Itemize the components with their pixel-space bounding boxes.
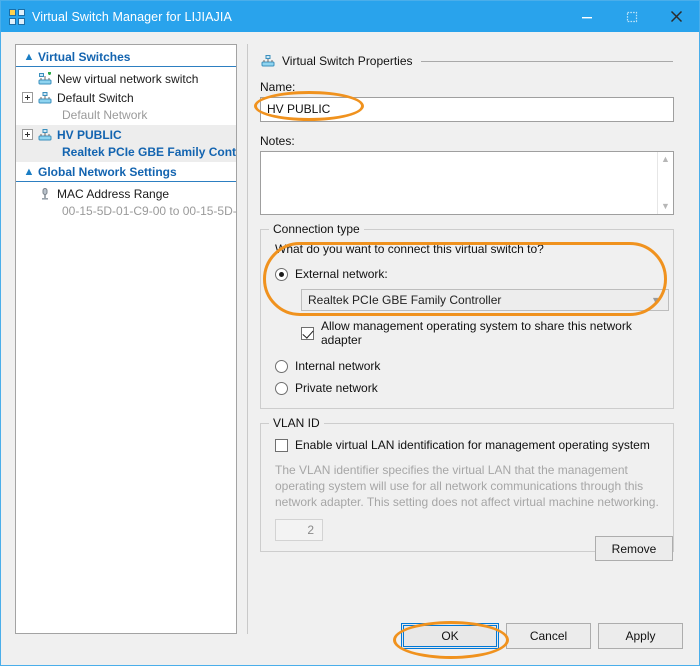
tree-item-label: New virtual network switch: [57, 71, 199, 86]
radio-label: External network:: [295, 267, 388, 281]
connection-type-group: Connection type What do you want to conn…: [260, 222, 674, 409]
vlan-id-group: VLAN ID Enable virtual LAN identificatio…: [260, 416, 674, 552]
minimize-icon[interactable]: [564, 1, 609, 32]
apply-button[interactable]: Apply: [598, 623, 683, 649]
scroll-up-icon[interactable]: ▲: [661, 155, 670, 164]
ok-button[interactable]: OK: [401, 623, 499, 649]
vlan-id-title: VLAN ID: [269, 416, 324, 430]
radio-icon[interactable]: [275, 381, 288, 395]
tree-group-label: Global Network Settings: [38, 165, 177, 179]
name-input[interactable]: HV PUBLIC: [260, 97, 674, 122]
name-label: Name:: [260, 80, 296, 94]
remove-button[interactable]: Remove: [595, 536, 673, 561]
radio-internal-network[interactable]: Internal network: [275, 356, 663, 376]
vlan-description: The VLAN identifier specifies the virtua…: [275, 463, 659, 509]
virtual-switches-tree[interactable]: ▲ Virtual Switches New virtual network s…: [15, 44, 237, 634]
mac-address-icon: [37, 187, 53, 201]
tree-group-virtual-switches[interactable]: ▲ Virtual Switches: [16, 49, 236, 67]
network-switch-icon: [260, 54, 276, 68]
expander-icon[interactable]: [22, 129, 33, 140]
radio-label: Private network: [295, 381, 378, 395]
cancel-button[interactable]: Cancel: [506, 623, 591, 649]
tree-item-sublabel: Default Network: [62, 108, 148, 122]
window-title: Virtual Switch Manager for LIJIAJIA: [32, 9, 232, 24]
tree-item-default-switch[interactable]: Default Switch: [16, 88, 236, 107]
scroll-down-icon[interactable]: ▼: [661, 202, 670, 211]
maximize-icon[interactable]: [609, 1, 654, 32]
connection-type-prompt: What do you want to connect this virtual…: [275, 242, 544, 256]
notes-textarea[interactable]: ▲ ▼: [260, 151, 674, 215]
section-title: Virtual Switch Properties: [282, 54, 413, 68]
allow-management-os-share-checkbox[interactable]: Allow management operating system to sha…: [301, 319, 663, 347]
virtual-switch-properties-panel: Virtual Switch Properties Name: HV PUBLI…: [247, 44, 687, 634]
tree-group-global-network-settings[interactable]: ▲ Global Network Settings: [16, 164, 236, 182]
radio-icon[interactable]: [275, 267, 288, 281]
section-divider: [420, 60, 673, 62]
checkbox-label: Allow management operating system to sha…: [321, 319, 632, 347]
tree-group-label: Virtual Switches: [38, 50, 131, 64]
network-switch-icon: [37, 91, 53, 105]
checkbox-icon[interactable]: [301, 326, 314, 340]
checkbox-icon[interactable]: [275, 438, 288, 452]
network-adapter-dropdown[interactable]: Realtek PCIe GBE Family Controller ▼: [301, 289, 669, 311]
tree-item-hv-public[interactable]: HV PUBLIC: [16, 125, 236, 144]
network-adapter-value: Realtek PCIe GBE Family Controller: [308, 293, 502, 307]
checkbox-label: Enable virtual LAN identification for ma…: [295, 438, 650, 452]
section-header: Virtual Switch Properties: [260, 54, 687, 68]
network-switch-icon: [37, 128, 53, 142]
vlan-id-input[interactable]: 2: [275, 519, 323, 541]
enable-vlan-checkbox[interactable]: Enable virtual LAN identification for ma…: [275, 438, 663, 452]
notes-scrollbar[interactable]: ▲ ▼: [657, 152, 673, 214]
virtual-switch-manager-window: Virtual Switch Manager for LIJIAJIA ▲ Vi…: [0, 0, 700, 666]
title-bar: Virtual Switch Manager for LIJIAJIA: [1, 1, 699, 32]
tree-item-new-virtual-network-switch[interactable]: New virtual network switch: [16, 69, 236, 88]
dialog-footer: OK Cancel Apply: [1, 607, 699, 665]
close-icon[interactable]: [654, 1, 699, 32]
tree-item-sublabel: Realtek PCIe GBE Family Cont...: [16, 144, 236, 162]
connection-type-title: Connection type: [269, 222, 364, 236]
chevron-up-icon: ▲: [23, 165, 35, 178]
tree-item-label: Default Switch: [57, 90, 134, 105]
chevron-down-icon: ▼: [651, 295, 660, 305]
expander-icon[interactable]: [22, 92, 33, 103]
radio-label: Internal network: [295, 359, 381, 373]
radio-private-network[interactable]: Private network: [275, 378, 663, 398]
network-switch-add-icon: [37, 71, 53, 86]
tree-item-sublabel: 00-15-5D-01-C9-00 to 00-15-5D-0...: [62, 204, 237, 218]
chevron-up-icon: ▲: [23, 50, 35, 63]
tree-item-label: MAC Address Range: [57, 186, 170, 201]
radio-icon[interactable]: [275, 359, 288, 373]
tree-item-mac-address-range[interactable]: MAC Address Range: [16, 184, 236, 203]
notes-label: Notes:: [260, 134, 295, 148]
dialog-body: ▲ Virtual Switches New virtual network s…: [1, 32, 699, 665]
hyperv-grid-icon: [9, 8, 25, 25]
tree-item-label: HV PUBLIC: [57, 127, 122, 142]
radio-external-network[interactable]: External network:: [275, 264, 663, 284]
window-controls: [564, 1, 699, 32]
